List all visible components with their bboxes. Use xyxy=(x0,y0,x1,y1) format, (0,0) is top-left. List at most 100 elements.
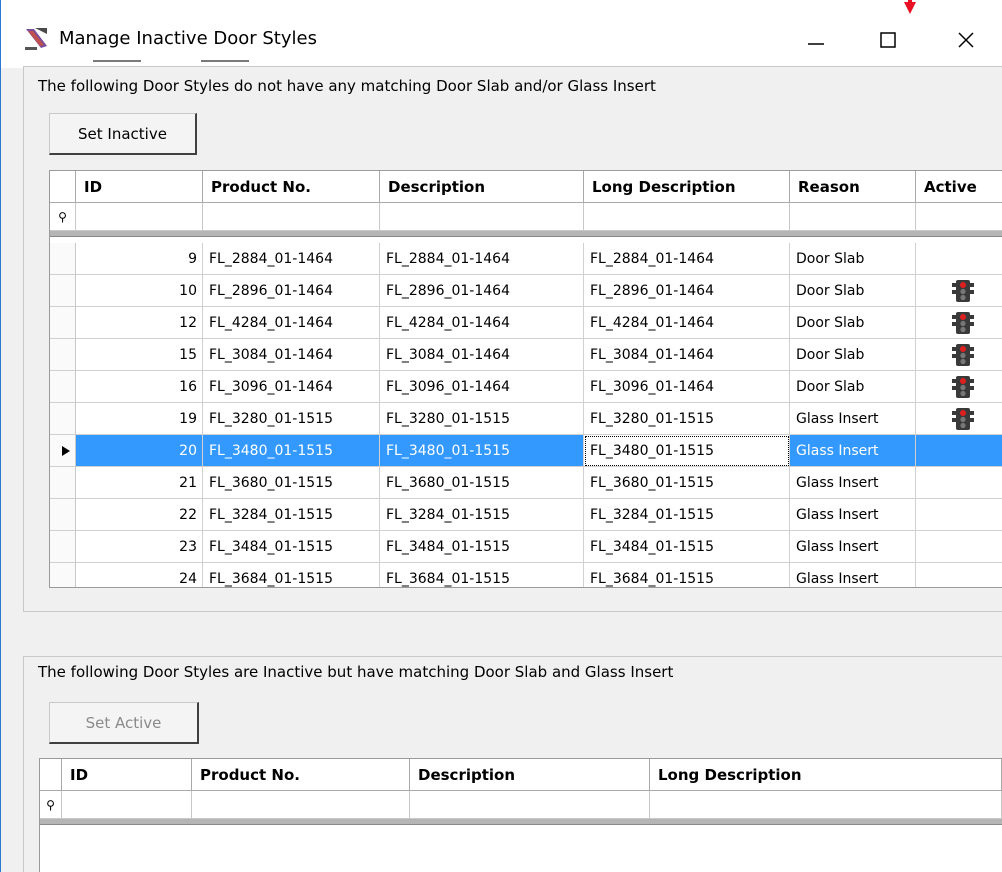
cell-product-no[interactable]: FL_3480_01-1515 xyxy=(203,435,380,467)
cell-reason[interactable]: Door Slab xyxy=(790,339,916,371)
column-header-long-description[interactable]: Long Description xyxy=(650,759,1002,791)
cell-reason[interactable]: Door Slab xyxy=(790,371,916,403)
cell-long-description[interactable]: FL_3084_01-1464 xyxy=(584,339,790,371)
table-row[interactable]: 23 FL_3484_01-1515 FL_3484_01-1515 FL_3484_… xyxy=(50,531,1002,563)
cell-product-no[interactable]: FL_4284_01-1464 xyxy=(203,307,380,339)
row-selector[interactable] xyxy=(50,531,76,563)
cell-reason[interactable]: Glass Insert xyxy=(790,467,916,499)
cell-long-description[interactable]: FL_4284_01-1464 xyxy=(584,307,790,339)
cell-description[interactable]: FL_3280_01-1515 xyxy=(380,403,584,435)
set-active-button[interactable]: Set Active xyxy=(49,702,199,744)
filter-cell[interactable] xyxy=(410,791,650,819)
row-selector[interactable] xyxy=(50,499,76,531)
cell-reason[interactable]: Glass Insert xyxy=(790,563,916,587)
cell-product-no[interactable]: FL_3684_01-1515 xyxy=(203,563,380,587)
cell-long-description[interactable]: FL_3280_01-1515 xyxy=(584,403,790,435)
filter-cell[interactable] xyxy=(192,791,410,819)
table-row[interactable]: 10 FL_2896_01-1464 FL_2896_01-1464 FL_2896_… xyxy=(50,275,1002,307)
no-matching-grid[interactable]: ID Product No. Description Long Descript… xyxy=(49,170,1002,588)
cell-id[interactable]: 9 xyxy=(76,243,203,275)
cell-id[interactable]: 23 xyxy=(76,531,203,563)
row-selector[interactable] xyxy=(50,275,76,307)
cell-product-no[interactable]: FL_3680_01-1515 xyxy=(203,467,380,499)
cell-description[interactable]: FL_2884_01-1464 xyxy=(380,243,584,275)
cell-id[interactable]: 16 xyxy=(76,371,203,403)
cell-description[interactable]: FL_3484_01-1515 xyxy=(380,531,584,563)
row-selector[interactable] xyxy=(50,403,76,435)
row-selector[interactable] xyxy=(50,307,76,339)
cell-active[interactable] xyxy=(916,531,1002,563)
title-bar[interactable]: Manage Inactive Door Styles xyxy=(1,0,1002,68)
table-row[interactable]: 19 FL_3280_01-1515 FL_3280_01-1515 FL_3280_… xyxy=(50,403,1002,435)
column-header-id[interactable]: ID xyxy=(62,759,192,791)
column-header-product-no[interactable]: Product No. xyxy=(203,171,380,203)
column-header-description[interactable]: Description xyxy=(410,759,650,791)
cell-active[interactable] xyxy=(916,435,1002,467)
cell-active[interactable] xyxy=(916,403,1002,435)
cell-reason[interactable]: Glass Insert xyxy=(790,403,916,435)
filter-cell[interactable] xyxy=(584,203,790,231)
cell-id[interactable]: 21 xyxy=(76,467,203,499)
cell-id[interactable]: 22 xyxy=(76,499,203,531)
cell-long-description[interactable]: FL_3096_01-1464 xyxy=(584,371,790,403)
cell-product-no[interactable]: FL_3284_01-1515 xyxy=(203,499,380,531)
table-row[interactable]: 21 FL_3680_01-1515 FL_3680_01-1515 FL_3680_… xyxy=(50,467,1002,499)
table-row[interactable]: 15 FL_3084_01-1464 FL_3084_01-1464 FL_3084_… xyxy=(50,339,1002,371)
cell-active[interactable] xyxy=(916,339,1002,371)
cell-product-no[interactable]: FL_2884_01-1464 xyxy=(203,243,380,275)
filter-icon[interactable]: ⚲ xyxy=(50,203,76,231)
cell-active[interactable] xyxy=(916,307,1002,339)
row-selector[interactable] xyxy=(50,435,76,467)
cell-product-no[interactable]: FL_3484_01-1515 xyxy=(203,531,380,563)
cell-reason[interactable]: Door Slab xyxy=(790,307,916,339)
cell-active[interactable] xyxy=(916,467,1002,499)
cell-description[interactable]: FL_4284_01-1464 xyxy=(380,307,584,339)
cell-reason[interactable]: Door Slab xyxy=(790,275,916,307)
inactive-matching-grid[interactable]: ID Product No. Description Long Descript… xyxy=(39,758,1002,872)
filter-cell[interactable] xyxy=(916,203,1002,231)
cell-reason[interactable]: Glass Insert xyxy=(790,531,916,563)
cell-reason[interactable]: Door Slab xyxy=(790,243,916,275)
cell-description[interactable]: FL_3684_01-1515 xyxy=(380,563,584,587)
cell-id[interactable]: 20 xyxy=(76,435,203,467)
cell-long-description[interactable]: FL_3684_01-1515 xyxy=(584,563,790,587)
cell-reason[interactable]: Glass Insert xyxy=(790,499,916,531)
cell-id[interactable]: 10 xyxy=(76,275,203,307)
cell-long-description[interactable]: FL_2884_01-1464 xyxy=(584,243,790,275)
table-row[interactable]: 20 FL_3480_01-1515 FL_3480_01-1515 FL_3480_… xyxy=(50,435,1002,467)
cell-description[interactable]: FL_3680_01-1515 xyxy=(380,467,584,499)
cell-id[interactable]: 15 xyxy=(76,339,203,371)
cell-description[interactable]: FL_3480_01-1515 xyxy=(380,435,584,467)
cell-product-no[interactable]: FL_3280_01-1515 xyxy=(203,403,380,435)
cell-active[interactable] xyxy=(916,275,1002,307)
filter-cell[interactable] xyxy=(76,203,203,231)
table-row[interactable]: 24 FL_3684_01-1515 FL_3684_01-1515 FL_3684_… xyxy=(50,563,1002,587)
table-row[interactable]: 9 FL_2884_01-1464 FL_2884_01-1464 FL_2884_0… xyxy=(50,243,1002,275)
column-header-description[interactable]: Description xyxy=(380,171,584,203)
table-row[interactable]: 22 FL_3284_01-1515 FL_3284_01-1515 FL_3284_… xyxy=(50,499,1002,531)
cell-description[interactable]: FL_3084_01-1464 xyxy=(380,339,584,371)
cell-long-description[interactable]: FL_2896_01-1464 xyxy=(584,275,790,307)
cell-long-description[interactable]: FL_3284_01-1515 xyxy=(584,499,790,531)
filter-icon[interactable]: ⚲ xyxy=(40,791,62,819)
cell-long-description[interactable]: FL_3680_01-1515 xyxy=(584,467,790,499)
column-header-reason[interactable]: Reason xyxy=(790,171,916,203)
cell-product-no[interactable]: FL_3096_01-1464 xyxy=(203,371,380,403)
row-selector[interactable] xyxy=(50,563,76,587)
maximize-button[interactable] xyxy=(863,18,913,62)
filter-cell[interactable] xyxy=(650,791,1002,819)
cell-long-description[interactable]: FL_3480_01-1515 xyxy=(584,435,790,467)
cell-active[interactable] xyxy=(916,371,1002,403)
cell-reason[interactable]: Glass Insert xyxy=(790,435,916,467)
filter-cell[interactable] xyxy=(203,203,380,231)
filter-cell[interactable] xyxy=(62,791,192,819)
column-header-active[interactable]: Active xyxy=(916,171,1002,203)
row-selector[interactable] xyxy=(50,371,76,403)
cell-id[interactable]: 19 xyxy=(76,403,203,435)
table-row[interactable]: 16 FL_3096_01-1464 FL_3096_01-1464 FL_3096_… xyxy=(50,371,1002,403)
row-selector[interactable] xyxy=(50,467,76,499)
cell-description[interactable]: FL_3096_01-1464 xyxy=(380,371,584,403)
cell-id[interactable]: 12 xyxy=(76,307,203,339)
cell-long-description[interactable]: FL_3484_01-1515 xyxy=(584,531,790,563)
cell-description[interactable]: FL_3284_01-1515 xyxy=(380,499,584,531)
